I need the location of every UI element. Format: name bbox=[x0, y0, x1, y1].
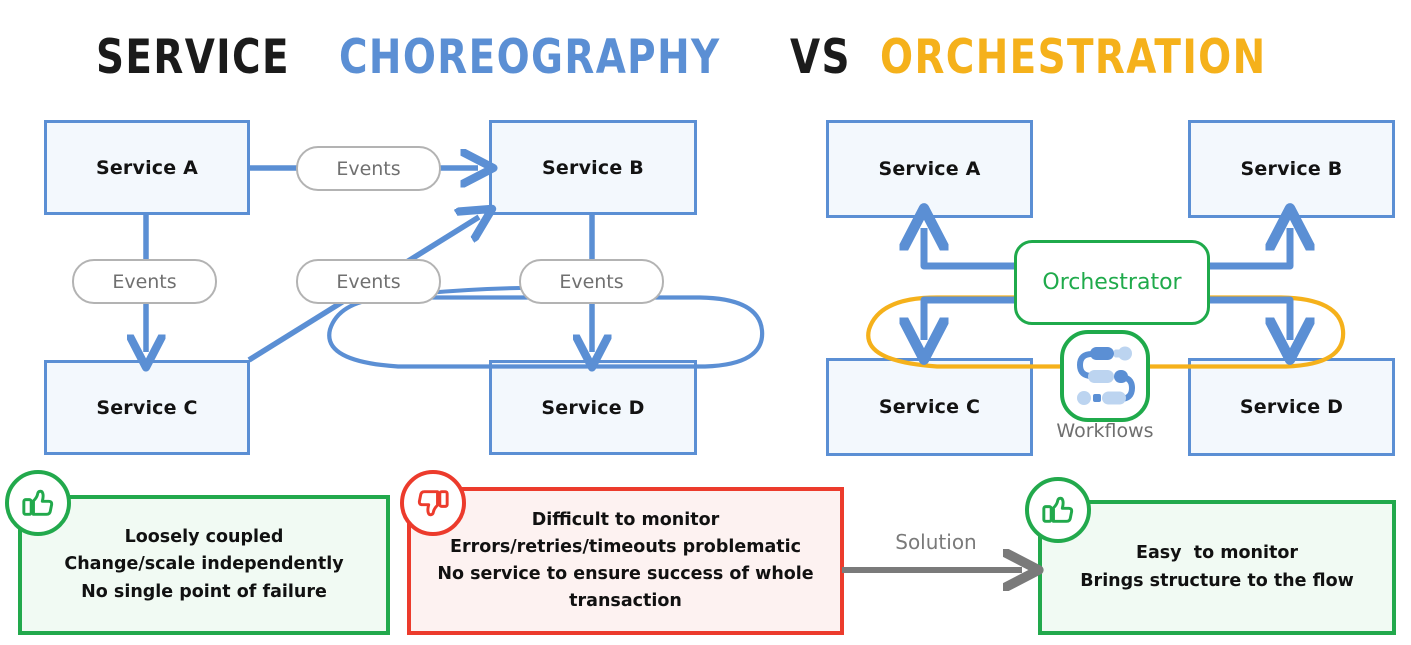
diagram-title: SERVICE CHOREOGRAPHY VS ORCHESTRATION bbox=[0, 8, 1411, 369]
event-pill-a-to-c[interactable]: Events bbox=[72, 259, 217, 304]
callout-cons: Difficult to monitor Errors/retries/time… bbox=[407, 487, 844, 635]
service-label: Service A bbox=[95, 156, 199, 179]
callout-line: No single point of failure bbox=[81, 581, 327, 602]
event-pill-c-to-b[interactable]: Events bbox=[296, 259, 441, 304]
callout-line: No service to ensure success of whole bbox=[437, 564, 814, 584]
title-word-service: SERVICE bbox=[96, 30, 290, 85]
orchestration-service-b[interactable]: Service B bbox=[1188, 120, 1395, 218]
callout-line: Change/scale independently bbox=[64, 554, 344, 575]
callout-line: Loosely coupled bbox=[124, 527, 284, 548]
workflows-icon bbox=[1070, 344, 1140, 410]
choreography-service-c[interactable]: Service C bbox=[44, 360, 250, 455]
event-pill-b-to-d[interactable]: Events bbox=[519, 259, 664, 304]
choreography-service-a[interactable]: Service A bbox=[44, 120, 250, 215]
diagram-canvas: SERVICE CHOREOGRAPHY VS ORCHESTRATION Se… bbox=[0, 0, 1411, 645]
event-pill-label: Events bbox=[112, 270, 177, 293]
callout-line: Errors/retries/timeouts problematic bbox=[449, 536, 802, 557]
orchestration-service-c[interactable]: Service C bbox=[826, 358, 1033, 456]
orchestrator-label: Orchestrator bbox=[1042, 270, 1182, 295]
service-label: Service D bbox=[541, 396, 645, 419]
orchestrator-box[interactable]: Orchestrator bbox=[1014, 240, 1210, 325]
callout-solution: Easy to monitor Brings structure to the … bbox=[1038, 500, 1396, 635]
service-label: Service C bbox=[96, 396, 198, 419]
connector-orchestrator-to-service-a bbox=[924, 228, 1014, 270]
service-label: Service C bbox=[878, 396, 981, 418]
connector-orchestrator-to-service-d bbox=[1210, 296, 1290, 340]
thumbs-down-icon bbox=[400, 470, 466, 536]
event-pill-label: Events bbox=[559, 270, 624, 293]
callout-pros: Loosely coupled Change/scale independent… bbox=[18, 495, 390, 635]
service-label: Service B bbox=[1240, 158, 1343, 180]
event-pill-label: Events bbox=[336, 270, 401, 293]
thumbs-up-icon bbox=[5, 470, 71, 536]
orchestration-service-d[interactable]: Service D bbox=[1188, 358, 1395, 456]
choreography-service-b[interactable]: Service B bbox=[489, 120, 697, 215]
event-pill-label: Events bbox=[336, 157, 401, 180]
callout-line: Brings structure to the flow bbox=[1080, 570, 1354, 591]
event-pill-a-to-b[interactable]: Events bbox=[296, 146, 441, 191]
workflows-label: Workflows bbox=[1056, 420, 1154, 442]
choreography-capsule bbox=[327, 295, 765, 369]
solution-arrow-label: Solution bbox=[895, 530, 977, 554]
thumbs-up-icon bbox=[1025, 477, 1091, 543]
title-word-choreography: CHOREOGRAPHY bbox=[339, 30, 721, 85]
callout-line: Difficult to monitor bbox=[531, 509, 720, 530]
service-label: Service D bbox=[1239, 396, 1344, 418]
connector-orchestrator-to-service-c bbox=[924, 296, 1014, 340]
callout-line: transaction bbox=[569, 591, 682, 612]
title-word-vs: VS bbox=[790, 30, 851, 85]
orchestration-service-a[interactable]: Service A bbox=[826, 120, 1033, 218]
service-label: Service B bbox=[542, 156, 644, 179]
callout-line: Easy to monitor bbox=[1136, 543, 1298, 564]
service-label: Service A bbox=[878, 158, 981, 180]
choreography-service-d[interactable]: Service D bbox=[489, 360, 697, 455]
connector-orchestrator-to-service-b bbox=[1210, 228, 1290, 270]
title-word-orchestration: ORCHESTRATION bbox=[880, 30, 1267, 85]
